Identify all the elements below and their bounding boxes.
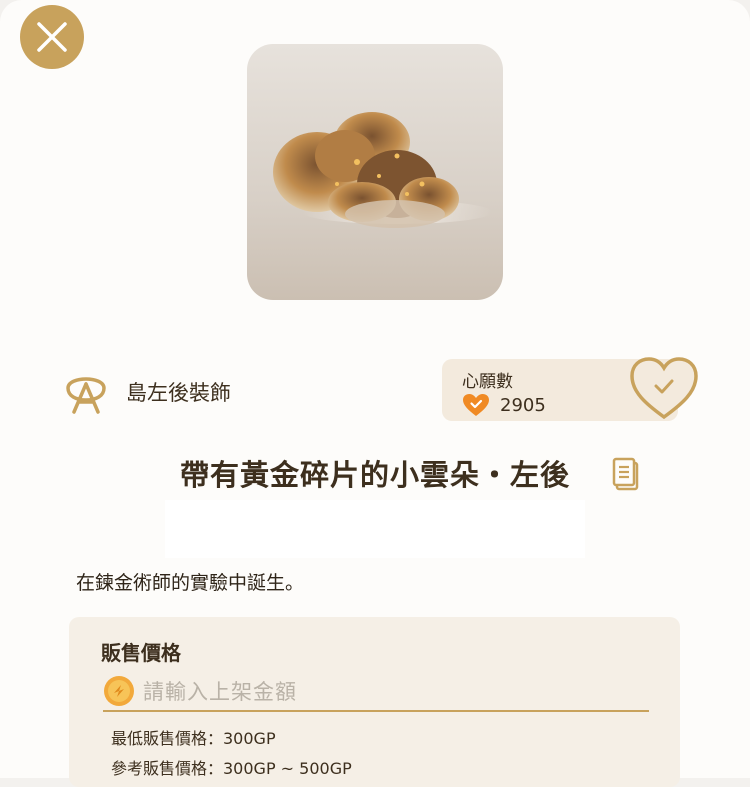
item-category: 島左後裝飾 <box>60 366 231 418</box>
gold-coin-icon <box>104 676 134 706</box>
item-detail-sheet: 島左後裝飾 心願數 2905 帶有黃金碎片的小雲朵・左後 在鍊金術師的實驗中誕生… <box>0 0 750 787</box>
item-info-button[interactable] <box>612 457 640 491</box>
price-placeholder: 請輸入上架金額 <box>143 680 297 704</box>
close-button[interactable] <box>20 5 84 69</box>
golden-cloud-image <box>273 112 492 228</box>
category-label: 島左後裝飾 <box>126 381 231 405</box>
heart-check-icon <box>463 394 489 416</box>
blank-area <box>165 500 585 558</box>
min-price-label: 最低販售價格：300GP <box>111 729 276 748</box>
close-icon <box>37 22 67 52</box>
item-image <box>247 44 503 300</box>
document-icon <box>612 457 639 491</box>
price-input[interactable]: 請輸入上架金額 <box>103 672 649 712</box>
item-description: 在鍊金術師的實驗中誕生。 <box>76 572 305 594</box>
heart-check-outline-icon <box>630 357 698 420</box>
wish-count-row: 2905 <box>462 393 546 417</box>
item-name-text: 帶有黃金碎片的小雲朵・左後 <box>179 458 570 492</box>
wish-title: 心願數 <box>462 372 513 392</box>
price-title: 販售價格 <box>101 641 181 665</box>
wish-count-value: 2905 <box>500 394 546 416</box>
price-panel: 販售價格 請輸入上架金額 最低販售價格：300GP 參考販售價格：300GP ~… <box>69 617 680 787</box>
wish-button[interactable] <box>628 355 700 421</box>
hanger-icon <box>66 377 106 414</box>
ref-price-label: 參考販售價格：300GP ~ 500GP <box>111 759 352 778</box>
